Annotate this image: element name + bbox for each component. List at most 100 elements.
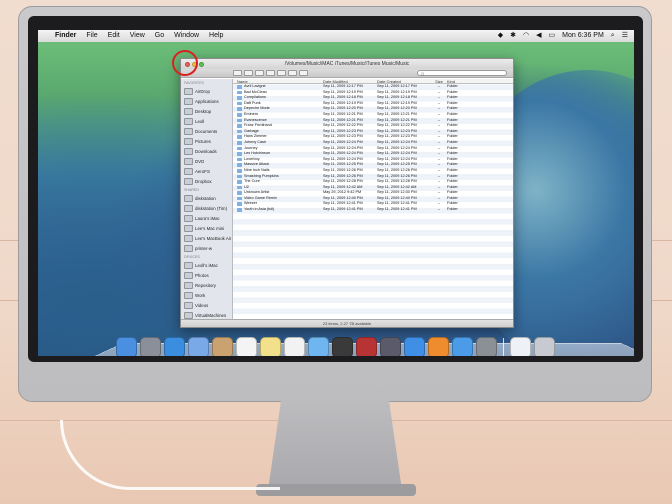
notification-center-icon[interactable]: ☰ [622,30,628,42]
mail-icon[interactable] [188,337,209,356]
sidebar-item[interactable]: Lee's MacBook Air [181,233,232,243]
folder-icon [237,118,242,123]
file-size: -- [437,207,441,212]
facetime-icon[interactable] [332,337,353,356]
folder-icon [237,129,242,134]
sidebar-item[interactable]: Work [181,290,232,300]
file-list: Name Date Modified Date Created Size Kin… [233,79,513,319]
sidebar-item-label: VirtualMachines [195,312,227,318]
folder-icon [237,152,242,156]
sidebar-item[interactable]: Videos [181,300,232,310]
arrange-button[interactable] [277,70,286,76]
folder-icon [237,163,242,167]
spotlight-search-icon[interactable]: ⌕ [611,30,615,42]
folder-icon [237,208,242,212]
trash-icon[interactable] [534,337,555,356]
sidebar-item[interactable]: Repository [181,280,232,290]
folder-icon [237,101,242,106]
menu-bar: Finder File Edit View Go Window Help ◆ ✱… [38,30,634,42]
system-preferences-icon[interactable] [476,337,497,356]
folder-icon [237,157,242,162]
sidebar-item-label: Work [195,292,206,298]
column-date-modified[interactable]: Date Modified [323,79,377,83]
calendar-icon[interactable] [236,337,257,356]
safari-icon[interactable] [164,337,185,356]
ibooks-icon[interactable] [428,337,449,356]
sidebar-item[interactable]: Downloads [181,146,232,156]
sidebar-item-icon [184,271,193,279]
itunes-icon[interactable] [404,337,425,356]
sidebar-item-label: Documents [195,128,218,134]
sidebar-item-icon [184,194,193,202]
folder-icon [237,112,242,117]
dropbox-menu-icon[interactable]: ◆ [498,30,503,42]
menu-window[interactable]: Window [169,30,204,42]
menu-edit[interactable]: Edit [103,30,125,42]
sidebar-item-label: Pictures [195,138,211,144]
column-kind[interactable]: Kind [447,79,467,84]
sidebar-item[interactable]: Leoll [181,116,232,126]
notes-icon[interactable] [260,337,281,356]
sidebar-item[interactable]: diskstation [181,193,232,203]
sidebar-item[interactable]: Pictures [181,136,232,146]
sidebar-item[interactable]: VirtualMachines [181,310,232,319]
folder-icon [237,174,242,179]
reminders-icon[interactable] [284,337,305,356]
finder-window: /Volumes/Music/iMAC iTunes/Music/iTunes … [180,58,514,328]
view-list-button[interactable] [244,70,253,76]
menu-help[interactable]: Help [204,30,228,42]
sidebar-item[interactable]: AirDrop [181,86,232,96]
volume-icon[interactable]: ◀ [536,30,541,42]
sidebar-item-icon [184,281,193,289]
contacts-icon[interactable] [212,337,233,356]
battery-icon[interactable]: ▭ [549,30,556,42]
sidebar-item-label: Photos [195,272,209,278]
sidebar-item[interactable]: DVD [181,156,232,166]
view-columns-button[interactable] [255,70,264,76]
sidebar-item[interactable]: Photos [181,270,232,280]
column-name[interactable]: Name [233,79,323,83]
action-gear-button[interactable] [288,70,297,76]
share-button[interactable] [299,70,308,76]
documents-stack-icon[interactable] [510,337,531,356]
wifi-icon[interactable]: ◠ [523,30,529,42]
table-row[interactable]: Youth in Asia (full) Sep 11, 2009 12:41 P… [233,207,513,213]
finder-titlebar[interactable]: /Volumes/Music/iMAC iTunes/Music/iTunes … [181,59,513,69]
sidebar-item[interactable]: AeroFS [181,166,232,176]
view-icons-button[interactable] [233,70,242,76]
sidebar-item[interactable]: diskstation (Tim) [181,203,232,213]
dock [110,332,634,356]
sidebar-item[interactable]: Applications [181,96,232,106]
column-size[interactable]: Size [431,79,447,84]
sidebar-item[interactable]: Desktop [181,106,232,116]
app-store-icon[interactable] [452,337,473,356]
sidebar-item[interactable]: Documents [181,126,232,136]
menu-clock[interactable]: Mon 6:36 PM [562,30,604,42]
iphoto-icon[interactable] [380,337,401,356]
sidebar-item[interactable]: Leoll's iMac [181,260,232,270]
menu-view[interactable]: View [125,30,150,42]
sidebar-item[interactable]: Laura's iMac [181,213,232,223]
folder-icon [237,146,242,151]
launchpad-icon[interactable] [140,337,161,356]
sidebar-item[interactable]: Lee's Mac mini [181,223,232,233]
photo-booth-icon[interactable] [356,337,377,356]
menu-finder[interactable]: Finder [50,30,81,42]
sidebar-item-icon [184,234,193,242]
column-date-created[interactable]: Date Created [377,79,431,83]
file-name-cell: Youth in Asia (full) [233,207,323,213]
finder-search-input[interactable]: Q [417,70,507,76]
view-coverflow-button[interactable] [266,70,275,76]
bluetooth-icon[interactable]: ✱ [510,30,516,42]
folder-icon [237,185,242,190]
sidebar-item[interactable]: printer-w [181,243,232,253]
folder-icon [237,202,242,207]
sidebar-item-label: Downloads [195,148,217,154]
sidebar-item[interactable]: Dropbox [181,176,232,186]
sidebar-item-icon [184,301,193,309]
menu-go[interactable]: Go [150,30,169,42]
menu-file[interactable]: File [81,30,102,42]
finder-icon[interactable] [116,337,137,356]
folder-icon [237,96,242,100]
messages-icon[interactable] [308,337,329,356]
